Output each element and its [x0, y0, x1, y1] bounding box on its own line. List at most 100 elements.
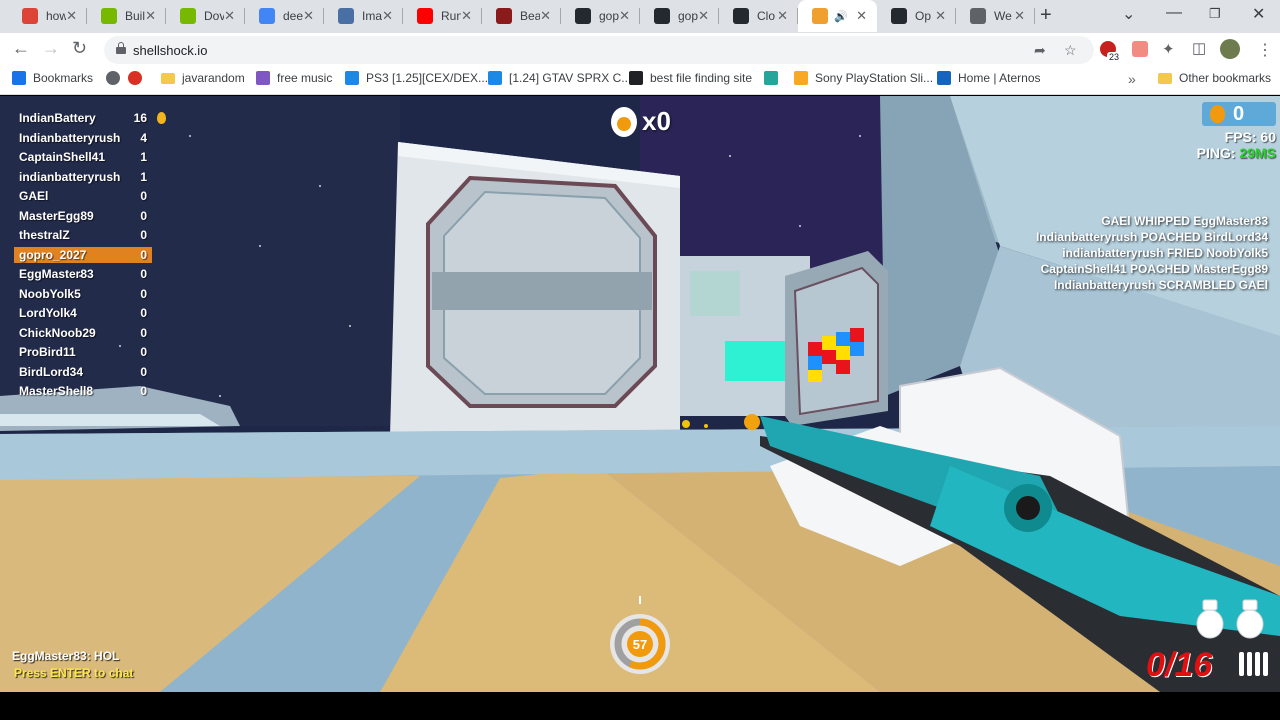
bookmark-star-icon[interactable]: ☆	[1064, 42, 1077, 59]
tab-11[interactable]: Op ✕	[877, 0, 956, 32]
app-icon	[764, 71, 778, 85]
tab-close-icon[interactable]: ✕	[698, 8, 709, 24]
star-icon	[12, 71, 26, 85]
tab-close-icon[interactable]: ✕	[145, 8, 156, 24]
globe-icon	[106, 71, 120, 85]
minimize-button[interactable]: —	[1166, 4, 1182, 22]
bookmark-label: best file finding site	[650, 71, 753, 85]
side-panel-icon[interactable]: ◫	[1192, 39, 1206, 57]
killfeed-entry: Indianbatteryrush POACHED BirdLord34	[1035, 230, 1268, 244]
tab-10[interactable]: 🔊 ✕	[798, 0, 877, 32]
tab-9[interactable]: Clo ✕	[719, 0, 798, 32]
bookmark-item[interactable]	[128, 71, 149, 85]
tab-label: how	[46, 9, 66, 23]
player-score: 0	[140, 208, 147, 223]
bookmark-item[interactable]: Other bookmarks	[1158, 71, 1271, 85]
share-icon[interactable]: ➦	[1034, 42, 1046, 59]
address-bar[interactable]: shellshock.io ➦ ☆	[104, 36, 1094, 64]
player-name: CaptainShell41	[19, 150, 106, 164]
leaderboard-row: CaptainShell41 1	[14, 149, 152, 165]
puzzle-extensions-icon[interactable]: ✦	[1162, 40, 1175, 58]
tab-search-icon[interactable]: ⌄	[1122, 4, 1135, 24]
bookmark-item[interactable]: Home | Aternos	[937, 71, 1041, 85]
bookmark-label: Sony PlayStation Sli...	[815, 71, 934, 85]
bookmark-item[interactable]	[764, 71, 785, 85]
audio-playing-icon[interactable]: 🔊	[834, 10, 848, 23]
tab-close-icon[interactable]: ✕	[777, 8, 788, 24]
tab-close-icon[interactable]: ✕	[935, 8, 946, 24]
tab-favicon-icon	[417, 8, 433, 24]
tab-close-icon[interactable]: ✕	[619, 8, 630, 24]
game-viewport[interactable]: IndianBattery 16 Indianbatteryrush 4 Captain…	[0, 96, 1280, 692]
player-name: EggMaster83	[19, 267, 94, 281]
avatar[interactable]	[1220, 39, 1240, 59]
printer-icon	[629, 71, 643, 85]
tab-label: dee	[283, 9, 303, 23]
tab-12[interactable]: We ✕	[956, 0, 1035, 32]
tab-0[interactable]: how ✕	[8, 0, 87, 32]
back-button[interactable]: ←	[12, 38, 30, 59]
bookmark-item[interactable]: javarandom	[161, 71, 245, 85]
tab-6[interactable]: Bea ✕	[482, 0, 561, 32]
bookmark-item[interactable]: free music	[256, 71, 332, 85]
tab-favicon-icon	[575, 8, 591, 24]
bookmark-item[interactable]: [1.24] GTAV SPRX C...	[488, 71, 631, 85]
maximize-button[interactable]: ❐	[1209, 6, 1221, 22]
tab-favicon-icon	[180, 8, 196, 24]
tab-label: Clo	[757, 9, 776, 23]
tab-close-icon[interactable]: ✕	[856, 8, 867, 24]
tab-4[interactable]: Ima ✕	[324, 0, 403, 32]
golden-egg-icon	[1210, 105, 1225, 123]
player-name: thestralZ	[19, 228, 70, 242]
tab-close-icon[interactable]: ✕	[540, 8, 551, 24]
tab-8[interactable]: gop ✕	[640, 0, 719, 32]
tab-favicon-icon	[733, 8, 749, 24]
tab-5[interactable]: Run ✕	[403, 0, 482, 32]
tab-close-icon[interactable]: ✕	[461, 8, 472, 24]
browser-toolbar: ← → ↻ shellshock.io ➦ ☆ 23 ✦ ◫ ⋮	[0, 33, 1280, 66]
bookmark-item[interactable]: Bookmarks	[12, 71, 93, 85]
tab-7[interactable]: gop ✕	[561, 0, 640, 32]
bookmark-label: Other bookmarks	[1179, 71, 1272, 85]
bookmark-item[interactable]: Sony PlayStation Sli...	[794, 71, 933, 85]
player-name: MasterShell8	[19, 384, 94, 398]
ping-readout: PING: 29MS	[1197, 145, 1276, 161]
chat-hint[interactable]: Press ENTER to chat	[14, 666, 133, 680]
tab-1[interactable]: Buil ✕	[87, 0, 166, 32]
tab-close-icon[interactable]: ✕	[303, 8, 314, 24]
bookmark-item[interactable]: PS3 [1.25][CEX/DEX...	[345, 71, 488, 85]
bag-icon	[794, 71, 808, 85]
player-name: ProBird11	[19, 345, 76, 359]
leaderboard-row: EggMaster83 0	[14, 266, 152, 282]
bookmark-label: [1.24] GTAV SPRX C...	[509, 71, 632, 85]
player-score: 0	[140, 228, 147, 242]
tab-close-icon[interactable]: ✕	[224, 8, 235, 24]
leaderboard-row: GAEl 0	[14, 188, 152, 204]
ping-value: 29MS	[1239, 145, 1276, 161]
player-score: 0	[140, 247, 147, 262]
new-tab-button[interactable]: +	[1040, 4, 1052, 27]
more-bookmarks-icon[interactable]: »	[1128, 71, 1136, 87]
bookmark-item[interactable]: best file finding site	[629, 71, 752, 85]
bookmark-item[interactable]	[106, 71, 127, 85]
egg-skull-icon	[611, 107, 637, 137]
tab-label: Buil	[125, 9, 145, 23]
kebab-menu-icon[interactable]: ⋮	[1257, 40, 1273, 60]
tab-close-icon[interactable]: ✕	[66, 8, 77, 24]
close-window-button[interactable]: ✕	[1252, 4, 1265, 24]
egg-count: 0	[1233, 103, 1245, 125]
tab-3[interactable]: dee ✕	[245, 0, 324, 32]
ammo-counter: 0/16	[1146, 646, 1213, 684]
tab-label: gop	[599, 9, 619, 23]
player-name: LordYolk4	[19, 306, 77, 320]
tab-label: Bea	[520, 9, 540, 23]
forward-button[interactable]: →	[42, 38, 60, 59]
tab-close-icon[interactable]: ✕	[1014, 8, 1025, 24]
reload-button[interactable]: ↻	[72, 38, 87, 59]
extension-icon-2[interactable]	[1132, 41, 1148, 57]
folder-icon	[1158, 72, 1172, 84]
tab-2[interactable]: Dov ✕	[166, 0, 245, 32]
player-score: 0	[140, 345, 147, 359]
tab-close-icon[interactable]: ✕	[382, 8, 393, 24]
tab-label: Ima	[362, 9, 382, 23]
